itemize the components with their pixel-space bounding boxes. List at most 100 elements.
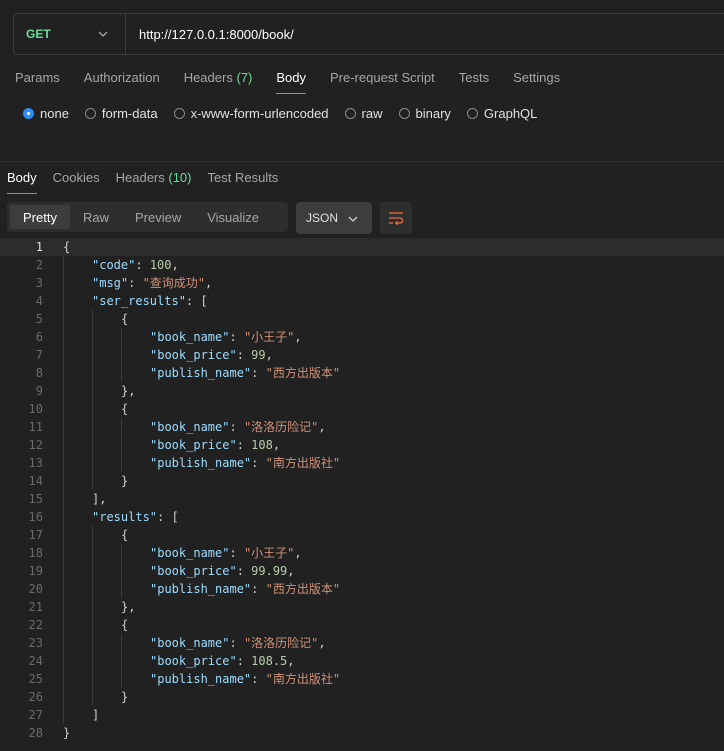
code-text: }, — [121, 382, 135, 400]
radio-icon[interactable] — [84, 108, 96, 119]
code-line: 12 "book_price": 108, — [0, 436, 724, 454]
radio-icon[interactable] — [173, 108, 185, 119]
tab-headers[interactable]: Headers (7) — [184, 70, 253, 96]
radio-label: none — [40, 106, 69, 121]
json-key: "book_name" — [150, 420, 230, 434]
pane-divider[interactable] — [0, 161, 724, 162]
code-line: 26} — [0, 688, 724, 706]
json-punctuation: : — [229, 420, 244, 434]
code-line: 13 "publish_name": "南方出版社" — [0, 454, 724, 472]
code-text: "code": 100, — [92, 256, 179, 274]
code-text: }, — [121, 598, 135, 616]
view-preview-button[interactable]: Preview — [122, 205, 194, 229]
json-number: 100 — [149, 258, 172, 272]
json-number: 99.99 — [251, 564, 288, 578]
indent-guide — [63, 706, 64, 724]
indent-guide — [63, 364, 64, 382]
json-key: "publish_name" — [150, 366, 252, 380]
indent-guide — [92, 580, 93, 598]
json-key: "book_name" — [150, 546, 230, 560]
line-number: 9 — [35, 384, 43, 398]
tab-pre-request-script[interactable]: Pre-request Script — [330, 70, 435, 96]
code-text: ], — [92, 490, 106, 508]
code-text: "book_name": "小王子", — [150, 544, 302, 562]
tab-label: Body — [7, 170, 37, 185]
radio-binary[interactable]: binary — [398, 106, 451, 121]
tab-tests[interactable]: Tests — [459, 70, 489, 96]
code-line: 5{ — [0, 310, 724, 328]
indent-guide — [92, 670, 93, 688]
json-key: "publish_name" — [150, 672, 252, 686]
tab-params[interactable]: Params — [15, 70, 60, 96]
tab-count: (7) — [236, 70, 253, 85]
response-body-editor[interactable]: 1{2 "code": 100, 3 "msg": "查询成功", 4 "ser_resu… — [0, 238, 724, 751]
tab-test-results[interactable]: Test Results — [208, 170, 279, 186]
indent-guide — [121, 580, 122, 598]
tab-cookies[interactable]: Cookies — [53, 170, 100, 186]
tab-response-headers[interactable]: Headers (10) — [116, 170, 192, 186]
code-text: "book_price": 108, — [150, 436, 280, 454]
tab-authorization[interactable]: Authorization — [84, 70, 160, 96]
line-number: 13 — [28, 456, 43, 470]
view-raw-button[interactable]: Raw — [70, 205, 122, 229]
chevron-down-icon — [348, 216, 358, 222]
view-visualize-button[interactable]: Visualize — [194, 205, 272, 229]
line-number: 1 — [35, 240, 43, 254]
tab-label: Test Results — [207, 170, 279, 185]
tab-response-body[interactable]: Body — [7, 170, 37, 194]
json-key: "publish_name" — [150, 582, 252, 596]
line-number: 16 — [28, 510, 43, 524]
indent-guide — [121, 634, 122, 652]
body-type-options: none form-data x-www-form-urlencoded raw… — [23, 106, 553, 121]
tab-body[interactable]: Body — [276, 70, 306, 96]
radio-selected-icon[interactable] — [23, 108, 34, 119]
json-string: "西方出版本" — [265, 582, 341, 596]
radio-graphql[interactable]: GraphQL — [466, 106, 537, 121]
indent-guide — [63, 274, 64, 292]
line-number: 12 — [28, 438, 43, 452]
indent-guide — [121, 328, 122, 346]
indent-guide — [92, 652, 93, 670]
json-punctuation: }, — [121, 600, 136, 614]
indent-guide — [63, 634, 64, 652]
tab-settings[interactable]: Settings — [513, 70, 560, 96]
json-punctuation: : [ — [157, 510, 179, 524]
indent-guide — [92, 634, 93, 652]
wrap-lines-button[interactable] — [380, 202, 412, 234]
indent-guide — [92, 382, 93, 400]
tab-count: (10) — [168, 170, 192, 185]
line-number: 2 — [35, 258, 43, 272]
radio-raw[interactable]: raw — [344, 106, 383, 121]
code-line: 1{ — [0, 238, 724, 256]
radio-x-www-form-urlencoded[interactable]: x-www-form-urlencoded — [173, 106, 329, 121]
radio-none[interactable]: none — [23, 106, 69, 121]
radio-icon[interactable] — [398, 108, 410, 119]
wrap-lines-icon — [389, 212, 404, 225]
json-punctuation: , — [287, 654, 295, 668]
view-pretty-button[interactable]: Pretty — [10, 205, 70, 229]
line-number: 3 — [35, 276, 43, 290]
json-punctuation: : — [229, 330, 244, 344]
indent-guide — [92, 562, 93, 580]
format-select[interactable]: JSON — [296, 202, 372, 234]
line-number: 18 — [28, 546, 43, 560]
json-key: "book_price" — [150, 654, 237, 668]
radio-icon[interactable] — [344, 108, 356, 119]
tab-label: Params — [15, 70, 60, 85]
json-punctuation: : — [236, 654, 252, 668]
method-select[interactable]: GET — [14, 14, 126, 54]
code-line: 21}, — [0, 598, 724, 616]
response-tabs: Body Cookies Headers (10) Test Results — [7, 170, 294, 194]
indent-guide — [63, 310, 64, 328]
url-input[interactable]: http://127.0.0.1:8000/book/ — [126, 27, 294, 42]
json-punctuation: : — [135, 258, 150, 272]
code-text: "book_price": 99, — [150, 346, 273, 364]
json-punctuation: : [ — [185, 294, 208, 308]
json-string: "小王子" — [243, 546, 295, 560]
indent-guide — [63, 616, 64, 634]
radio-form-data[interactable]: form-data — [84, 106, 158, 121]
indent-guide — [92, 400, 93, 418]
radio-icon[interactable] — [466, 108, 478, 119]
tab-label: Pre-request Script — [329, 70, 435, 85]
code-line: 27] — [0, 706, 724, 724]
